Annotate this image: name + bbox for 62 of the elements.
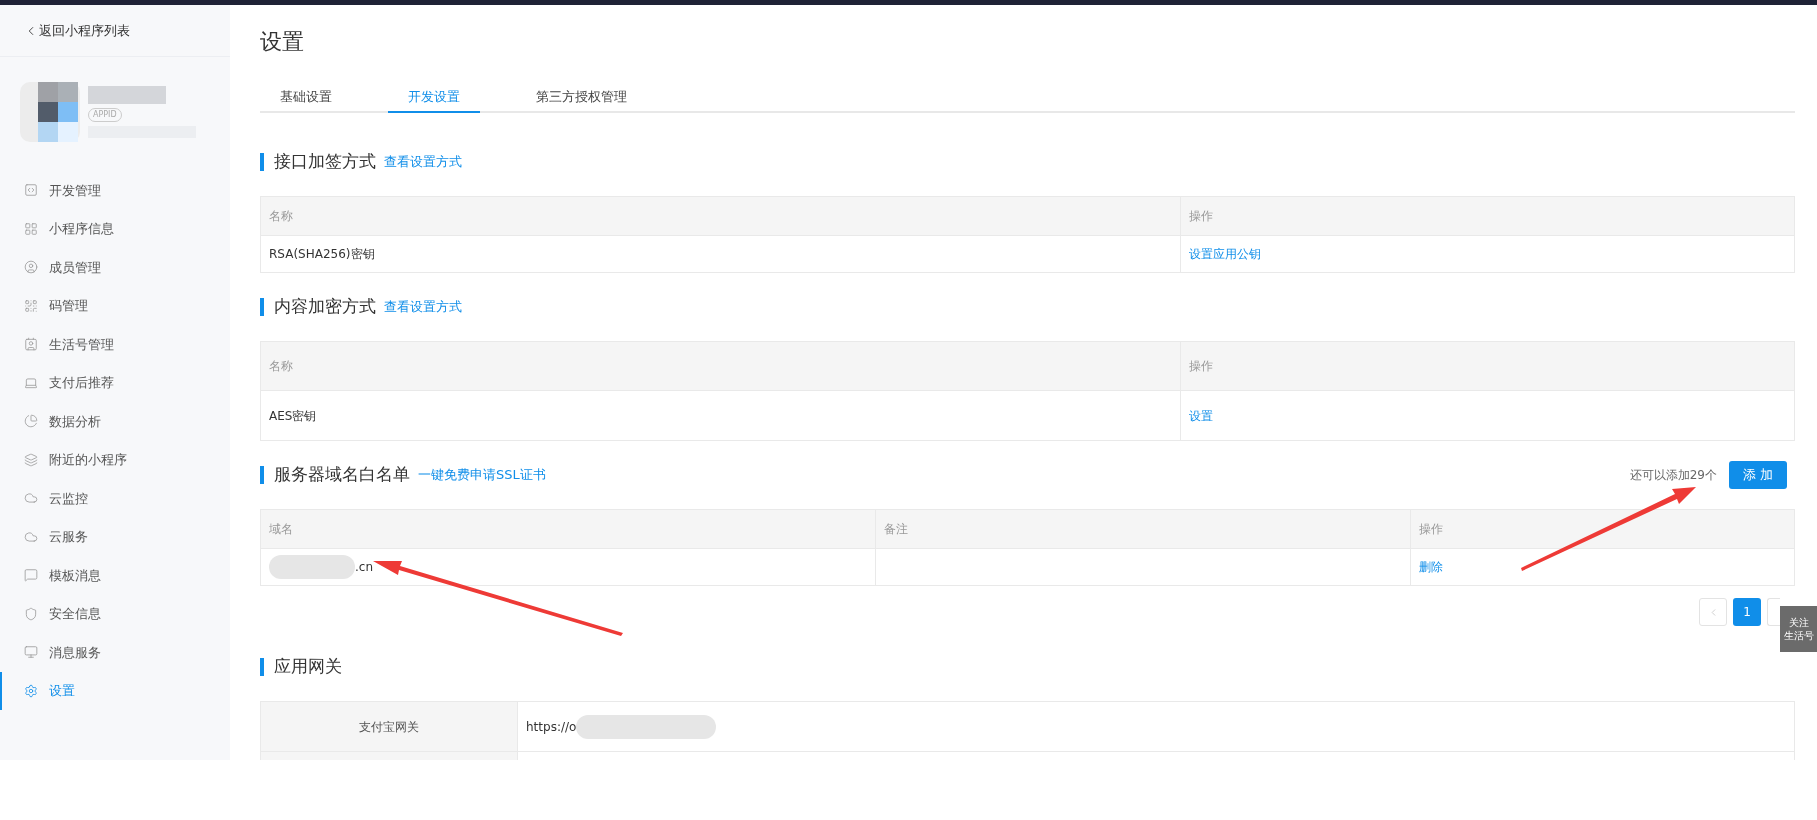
sidebar-item[interactable]: 码管理 [0,286,230,325]
table-link[interactable]: 删除 [1419,558,1443,576]
avatar-drawing [20,82,80,142]
sidebar-item[interactable]: 云服务 [0,517,230,556]
column-header: 名称 [269,358,293,375]
sidebar-item[interactable]: 生活号管理 [0,325,230,364]
heading-accent-bar [260,153,264,171]
sidebar-item[interactable]: 小程序信息 [0,209,230,248]
cloud-icon [24,529,38,544]
section-title: 接口加签方式 [274,150,376,174]
section-link[interactable]: 查看设置方式 [384,297,462,317]
column-header: 操作 [1189,358,1213,375]
sidebar-item[interactable]: 模板消息 [0,556,230,595]
section-link[interactable]: 一键免费申请SSL证书 [418,465,546,485]
follow-float-button[interactable]: 关注 生活号 [1780,606,1817,652]
sidebar-item[interactable]: 支付后推荐 [0,363,230,402]
column-header: 操作 [1189,208,1213,225]
grid-icon [24,221,38,236]
remaining-count: 还可以添加29个 [1629,467,1717,484]
sidebar-item[interactable]: 数据分析 [0,402,230,441]
table-link[interactable]: 设置 [1189,406,1213,425]
tab[interactable]: 开发设置 [388,83,480,113]
layers-icon [24,452,38,467]
column-header: 域名 [269,521,293,538]
tab[interactable]: 第三方授权管理 [516,83,647,113]
table-cell-text: AES密钥 [269,407,317,425]
laptop-icon [24,375,38,390]
sidebar-item[interactable]: 消息服务 [0,633,230,672]
heading-accent-bar [260,298,264,316]
sidebar-item[interactable]: 附近的小程序 [0,440,230,479]
table-cell-text: .cn [355,559,374,576]
section-title: 服务器域名白名单 [274,463,410,487]
sidebar-item[interactable]: 安全信息 [0,594,230,633]
back-link[interactable]: 返回小程序列表 [0,5,230,57]
section-title: 应用网关 [274,655,342,679]
sidebar-item[interactable]: 云监控 [0,479,230,518]
page-title: 设置 [260,28,305,56]
heading-accent-bar [260,466,264,484]
settings-icon [24,683,38,698]
contact-card-icon [24,337,38,352]
cloud-icon [24,491,38,506]
code-icon [24,183,38,198]
section-link[interactable]: 查看设置方式 [384,152,462,172]
sidebar-item[interactable]: 成员管理 [0,248,230,287]
tab[interactable]: 基础设置 [260,83,352,113]
qr-code-icon [24,298,38,313]
section-title: 内容加密方式 [274,295,376,319]
sidebar-item[interactable]: 开发管理 [0,171,230,210]
previous-page-button[interactable] [1699,598,1727,626]
gateway-label: 支付宝网关 [359,718,419,736]
heading-accent-bar [260,658,264,676]
table-cell-text: RSA(SHA256)密钥 [269,246,375,263]
column-header: 操作 [1419,521,1443,538]
shield-icon [24,606,38,621]
column-header: 名称 [269,208,293,225]
column-header: 备注 [884,521,908,538]
message-icon [24,568,38,583]
pie-chart-icon [24,414,38,429]
user-icon [24,260,38,275]
monitor-icon [24,645,38,660]
gateway-url: https://o [526,718,577,736]
table-link[interactable]: 设置应用公钥 [1189,245,1261,263]
